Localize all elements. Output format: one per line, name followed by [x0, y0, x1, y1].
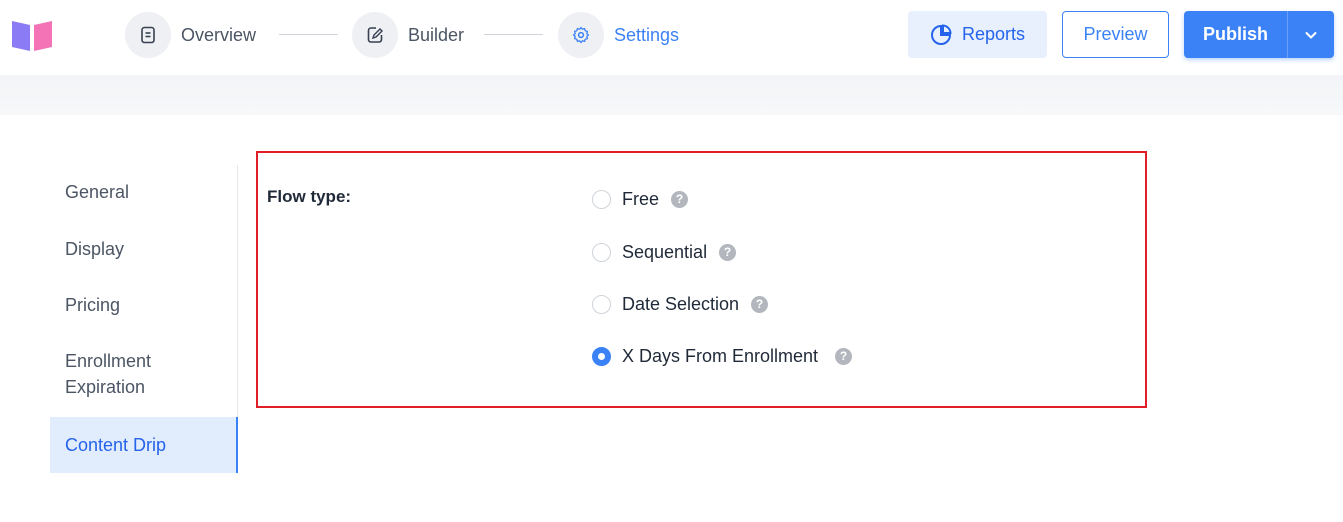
- sidenav-item-label: Content Drip: [65, 435, 167, 455]
- book-logo-icon[interactable]: [10, 17, 54, 53]
- publish-label: Publish: [1202, 24, 1268, 44]
- publish-button[interactable]: Publish: [1184, 11, 1287, 58]
- radio-dot: [598, 352, 605, 360]
- radio-button[interactable]: [592, 189, 611, 209]
- subheader-band: [0, 75, 1343, 115]
- flow-option-x-days-from-enrollment[interactable]: X Days From Enrollment ?: [592, 345, 853, 367]
- sidenav-item-pricing[interactable]: Pricing: [50, 292, 237, 318]
- radio-button[interactable]: [592, 242, 611, 262]
- help-icon[interactable]: ?: [719, 243, 737, 261]
- flow-option-date-selection[interactable]: Date Selection ?: [592, 293, 769, 315]
- sidenav-item-enrollment-expiration[interactable]: Enrollment Expiration: [50, 348, 200, 400]
- radio-button-selected[interactable]: [592, 346, 611, 366]
- step-label: Overview: [181, 24, 257, 45]
- step-connector: [484, 34, 543, 35]
- edit-icon: [352, 12, 398, 58]
- step-connector: [279, 34, 338, 35]
- publish-options-button[interactable]: [1287, 11, 1334, 58]
- flow-type-highlight-box: [256, 151, 1147, 408]
- flow-option-free[interactable]: Free ?: [592, 188, 689, 210]
- help-icon[interactable]: ?: [671, 190, 689, 208]
- preview-label: Preview: [1083, 24, 1148, 44]
- sidenav-item-display[interactable]: Display: [50, 236, 237, 262]
- help-icon[interactable]: ?: [751, 295, 769, 313]
- top-bar: Overview Builder Settings Reports Previe…: [0, 0, 1343, 75]
- flow-option-sequential[interactable]: Sequential ?: [592, 241, 737, 263]
- radio-button[interactable]: [592, 294, 611, 314]
- sidenav-item-content-drip[interactable]: Content Drip: [50, 417, 238, 473]
- chevron-down-icon: [1305, 31, 1317, 38]
- step-builder[interactable]: Builder: [352, 12, 464, 58]
- radio-label: Date Selection: [622, 293, 740, 314]
- gear-icon: [558, 12, 604, 58]
- radio-label: X Days From Enrollment: [622, 345, 819, 366]
- radio-label: Free: [622, 188, 660, 209]
- radio-label: Sequential: [622, 241, 708, 262]
- step-label: Settings: [614, 24, 680, 45]
- settings-sidenav: General Display Pricing Enrollment Expir…: [50, 165, 238, 473]
- reports-label: Reports: [961, 24, 1026, 44]
- pie-chart-icon: [931, 23, 952, 45]
- help-icon[interactable]: ?: [835, 347, 853, 365]
- sidenav-item-general[interactable]: General: [50, 179, 237, 205]
- document-icon: [125, 12, 171, 58]
- flow-type-label: Flow type:: [267, 187, 352, 206]
- preview-button[interactable]: Preview: [1062, 11, 1169, 58]
- reports-button[interactable]: Reports: [908, 11, 1047, 58]
- step-settings[interactable]: Settings: [558, 12, 679, 58]
- step-label: Builder: [408, 24, 465, 45]
- step-overview[interactable]: Overview: [125, 12, 256, 58]
